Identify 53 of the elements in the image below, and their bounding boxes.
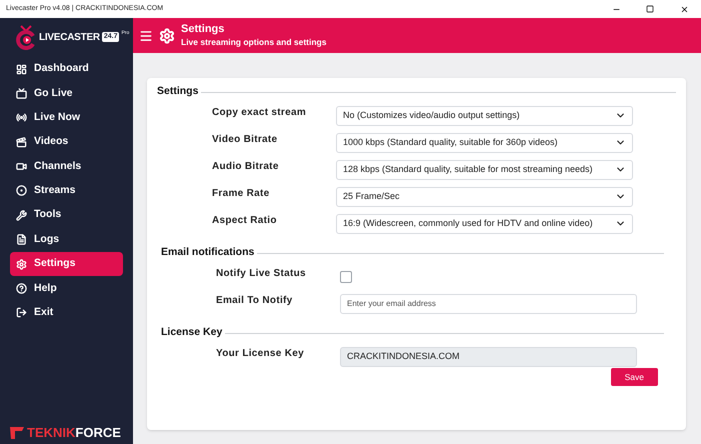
section-heading: Settings	[157, 84, 198, 100]
broadcast-icon	[16, 112, 27, 124]
field-label: Copy exact stream	[212, 106, 308, 120]
select-field[interactable]: 1000 kbps (Standard quality, suitable for 360p videos)	[336, 132, 633, 152]
document-icon	[16, 234, 27, 246]
dashboard-icon	[16, 64, 27, 74]
field-label: Notify Live Status	[216, 267, 307, 281]
sidebar-item[interactable]: Logs	[10, 228, 123, 252]
help-icon	[16, 283, 27, 294]
sidebar-item[interactable]: Go Live	[10, 81, 123, 106]
select-field[interactable]: 16:9 (Widescreen, commonly used for HDTV and online video)	[336, 214, 633, 234]
tv-icon	[16, 88, 27, 99]
wrench-icon	[16, 210, 27, 221]
checkbox[interactable]	[340, 270, 352, 282]
sidebar-item[interactable]: Dashboard	[10, 57, 123, 81]
sidebar-item[interactable]: Videos	[10, 130, 123, 154]
brand-icon	[10, 426, 24, 438]
field-label: Aspect Ratio	[212, 214, 278, 228]
select-field[interactable]: 25 Frame/Sec	[336, 186, 633, 206]
sidebar-item[interactable]: Settings	[10, 252, 123, 276]
field-label: Audio Bitrate	[212, 160, 280, 174]
close-icon	[680, 4, 688, 14]
section-heading: License Key	[161, 325, 222, 340]
logo-icon	[15, 24, 37, 50]
circle-icon	[16, 185, 27, 196]
page-subtitle: Live streaming options and settings	[181, 37, 326, 48]
settings-icon	[159, 28, 175, 44]
settings-icon	[16, 258, 27, 270]
brand-name: TEKNIKFORCE	[27, 426, 121, 439]
sidebar-item[interactable]: Exit	[10, 300, 123, 325]
field-label: Your License Key	[216, 347, 305, 361]
sidebar-item[interactable]: Tools	[10, 203, 123, 228]
sidebar-item[interactable]: Streams	[10, 178, 123, 203]
clapperboard-icon	[16, 136, 27, 148]
video-icon	[16, 161, 27, 172]
save-button[interactable]: Save	[610, 368, 658, 386]
field-label: Frame Rate	[212, 187, 270, 201]
license-key-field[interactable]: CRACKITINDONESIA.COM	[340, 346, 637, 366]
select-field[interactable]: 128 kbps (Standard quality, suitable for most streaming needs)	[336, 160, 633, 180]
email-field[interactable]: Enter your email address	[340, 294, 637, 314]
field-label: Video Bitrate	[212, 133, 278, 147]
sidebar-item[interactable]: Channels	[10, 154, 123, 179]
sidebar-item[interactable]: Help	[10, 276, 123, 301]
menu-button[interactable]	[139, 28, 153, 42]
maximize-icon	[646, 5, 654, 13]
logo-text: LIVECASTER	[39, 30, 100, 44]
sidebar-item[interactable]: Live Now	[10, 106, 123, 130]
page-title: Settings	[181, 23, 226, 38]
menu-icon	[139, 28, 153, 42]
select-field[interactable]: No (Customizes video/audio output settings)	[336, 106, 633, 126]
section-heading: Email notifications	[161, 245, 254, 260]
field-label: Email To Notify	[216, 294, 294, 308]
exit-icon	[16, 307, 27, 318]
